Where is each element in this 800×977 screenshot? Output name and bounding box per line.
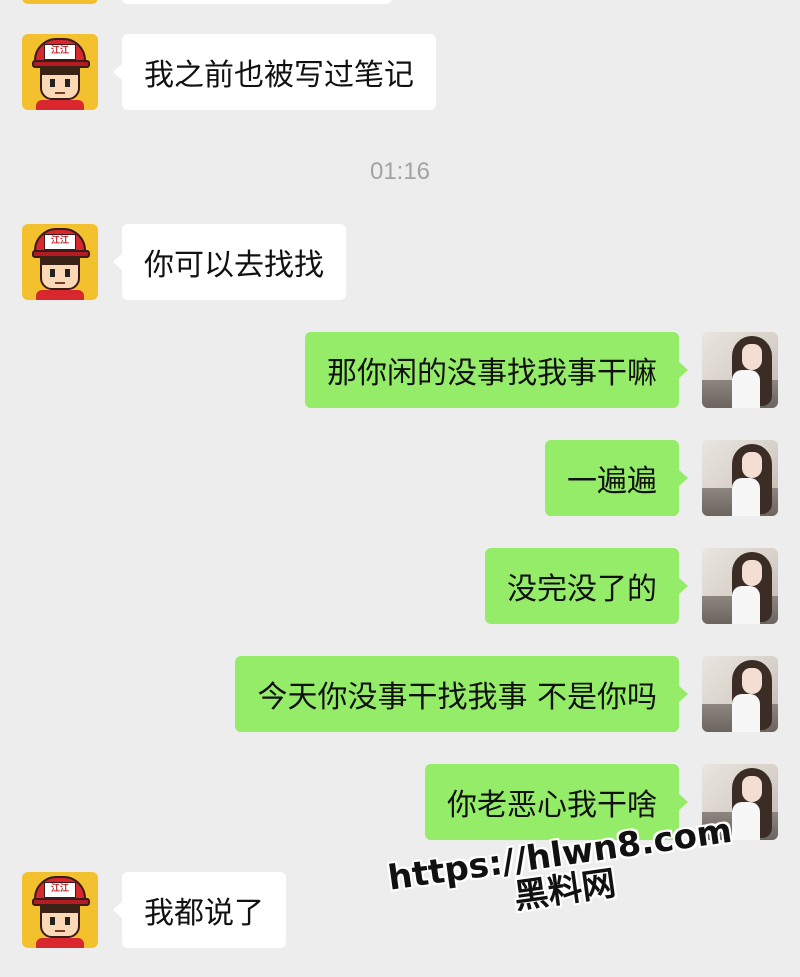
message-bubble-incoming[interactable]: 你可以去找找 xyxy=(113,224,346,300)
message-row-incoming: 江江 我之前也被写过笔记 xyxy=(0,34,800,112)
user-avatar[interactable] xyxy=(702,656,778,732)
contact-avatar[interactable]: 江江 xyxy=(22,34,98,110)
contact-avatar[interactable] xyxy=(22,0,98,4)
message-row-outgoing: 今天你没事干找我事 不是你吗 xyxy=(0,656,800,734)
user-avatar[interactable] xyxy=(702,548,778,624)
message-bubble-incoming[interactable]: 我都说了 xyxy=(113,872,286,948)
avatar-cap-badge: 江江 xyxy=(44,234,76,250)
avatar-cap-badge: 江江 xyxy=(44,882,76,898)
message-row-outgoing: 一遍遍 xyxy=(0,440,800,518)
message-row-outgoing: 那你闲的没事找我事干嘛 xyxy=(0,332,800,410)
message-row-outgoing: 没完没了的 xyxy=(0,548,800,626)
contact-avatar[interactable]: 江江 xyxy=(22,872,98,948)
message-bubble-outgoing[interactable]: 那你闲的没事找我事干嘛 xyxy=(305,332,688,408)
message-bubble-incoming[interactable] xyxy=(122,0,392,4)
avatar-cap-badge: 江江 xyxy=(44,44,76,60)
message-bubble-incoming[interactable]: 我之前也被写过笔记 xyxy=(113,34,436,110)
message-bubble-outgoing[interactable]: 今天你没事干找我事 不是你吗 xyxy=(235,656,688,732)
message-row-incoming: 江江 你可以去找找 xyxy=(0,224,800,302)
user-avatar[interactable] xyxy=(702,332,778,408)
message-bubble-outgoing[interactable]: 一遍遍 xyxy=(545,440,688,516)
user-avatar[interactable] xyxy=(702,440,778,516)
message-timestamp: 01:16 xyxy=(369,158,431,185)
message-bubble-outgoing[interactable]: 没完没了的 xyxy=(485,548,688,624)
contact-avatar[interactable]: 江江 xyxy=(22,224,98,300)
